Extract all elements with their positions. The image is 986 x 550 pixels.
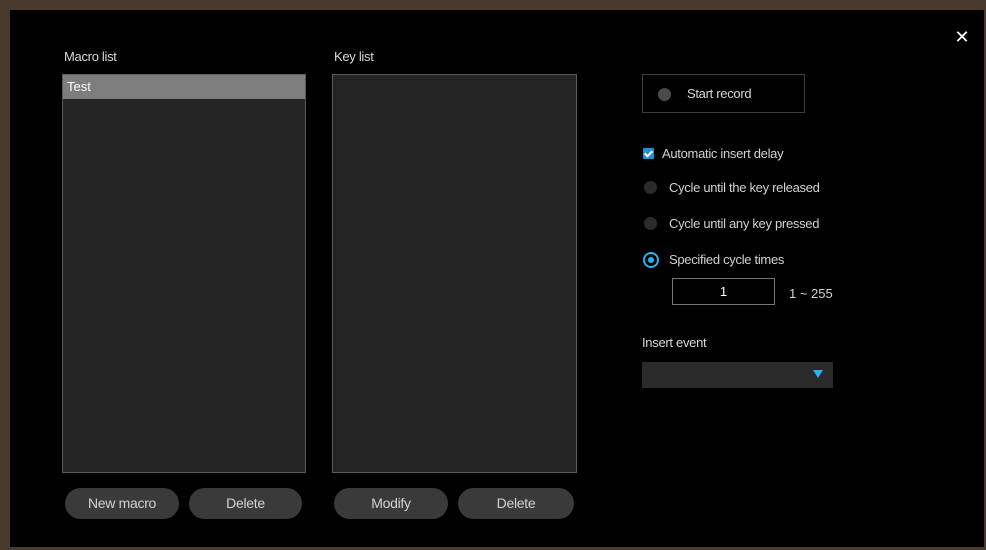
close-button[interactable]: ✕	[952, 28, 972, 48]
start-record-label: Start record	[687, 86, 752, 101]
dropdown-arrow-icon	[813, 370, 823, 378]
key-list-label: Key list	[334, 49, 374, 64]
cycle-until-any-key-radio[interactable]: Cycle until any key pressed	[642, 215, 842, 235]
new-macro-button[interactable]: New macro	[65, 488, 179, 519]
macro-listbox[interactable]: Test	[62, 74, 306, 473]
macro-list-item[interactable]: Test	[63, 75, 305, 99]
automatic-insert-delay-label: Automatic insert delay	[662, 146, 784, 161]
start-record-button[interactable]: Start record	[642, 74, 805, 113]
delete-macro-button[interactable]: Delete	[189, 488, 302, 519]
close-icon: ✕	[954, 27, 970, 47]
radio-off-icon	[644, 217, 657, 230]
cycle-until-any-key-label: Cycle until any key pressed	[669, 216, 820, 231]
radio-off-icon	[644, 181, 657, 194]
delete-key-button[interactable]: Delete	[458, 488, 574, 519]
key-listbox[interactable]	[332, 74, 577, 473]
checkbox-checked-icon	[643, 148, 654, 159]
modify-key-button[interactable]: Modify	[334, 488, 448, 519]
specified-cycle-times-radio[interactable]: Specified cycle times	[642, 251, 842, 271]
specified-cycle-times-label: Specified cycle times	[669, 252, 785, 267]
insert-event-label: Insert event	[642, 335, 707, 350]
macro-list-label: Macro list	[64, 49, 117, 64]
cycle-until-released-label: Cycle until the key released	[669, 180, 820, 195]
cycle-range-label: 1 ~ 255	[789, 286, 833, 301]
record-dot-icon	[658, 88, 671, 101]
cycle-until-released-radio[interactable]: Cycle until the key released	[642, 179, 842, 199]
insert-event-dropdown[interactable]	[642, 362, 833, 388]
automatic-insert-delay-checkbox[interactable]: Automatic insert delay	[642, 145, 822, 165]
cycle-count-input[interactable]	[672, 278, 775, 305]
radio-on-icon	[643, 252, 659, 268]
